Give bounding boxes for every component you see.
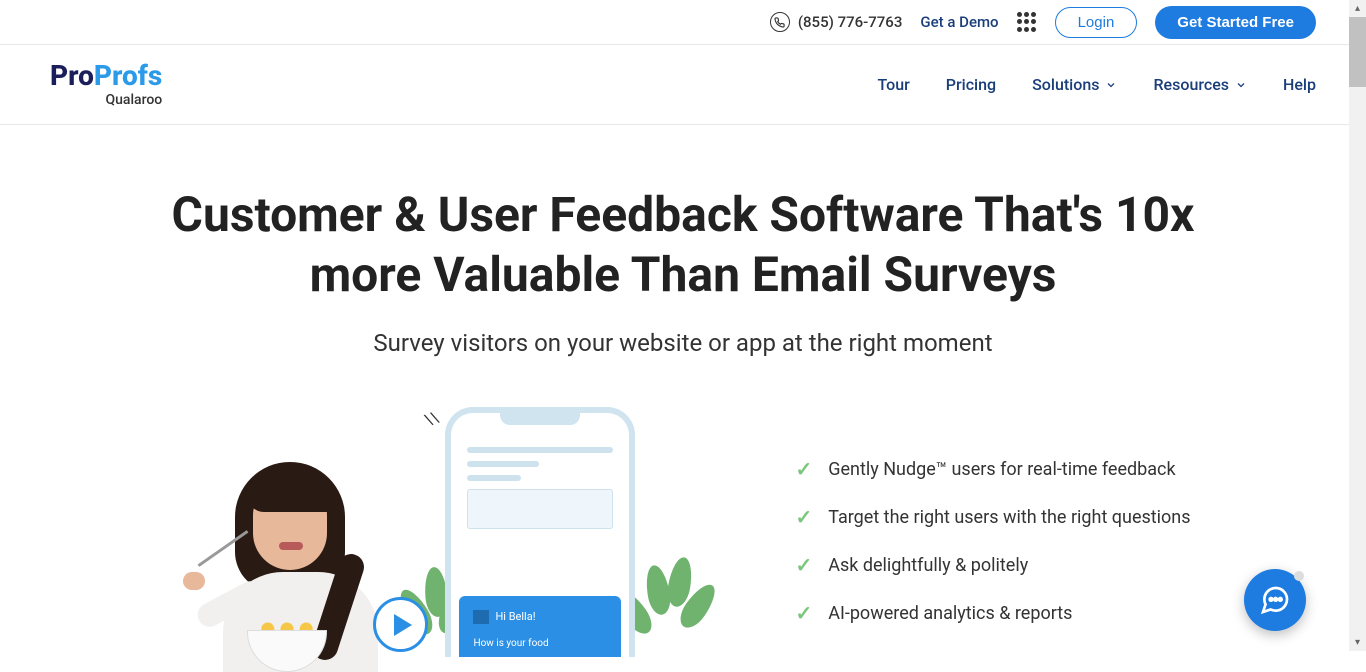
login-button[interactable]: Login [1055, 7, 1138, 38]
feature-text: Target the right users with the right qu… [828, 507, 1190, 528]
feature-item: ✓ AI-powered analytics & reports [795, 601, 1190, 625]
phone-mockup: Hi Bella! How is your food [445, 407, 635, 657]
feature-text: AI-powered analytics & reports [828, 603, 1072, 624]
chevron-down-icon [1105, 79, 1117, 91]
logo-subbrand: Qualaroo [106, 92, 163, 108]
get-started-button[interactable]: Get Started Free [1155, 6, 1316, 39]
phone-icon [770, 12, 790, 32]
utility-bar: (855) 776-7763 Get a Demo Login Get Star… [0, 0, 1366, 45]
play-icon [394, 614, 412, 636]
logo-wordmark: ProProfs [50, 62, 162, 90]
chat-widget-button[interactable] [1244, 569, 1306, 631]
feature-text: Gently Nudge™ users for real-time feedba… [828, 459, 1175, 480]
phone-number[interactable]: (855) 776-7763 [770, 12, 903, 32]
chevron-down-icon [1235, 79, 1247, 91]
nav-resources[interactable]: Resources [1153, 75, 1247, 94]
logo-part2: Profs [94, 59, 162, 92]
check-icon: ✓ [795, 553, 812, 577]
chat-notification-dot [1294, 571, 1304, 581]
logo-part1: Pro [50, 59, 94, 92]
popup-question: How is your food [473, 638, 607, 649]
scroll-down-arrow[interactable]: ▾ [1349, 634, 1366, 651]
chat-icon [1259, 584, 1291, 616]
scroll-up-arrow[interactable]: ▴ [1349, 0, 1366, 17]
hero-illustration: \\ Hi Bella! How is your food [175, 407, 675, 667]
nav-tour[interactable]: Tour [877, 75, 909, 94]
feature-text: Ask delightfully & politely [828, 555, 1028, 576]
check-icon: ✓ [795, 457, 812, 481]
scroll-thumb[interactable] [1349, 17, 1366, 87]
get-demo-link[interactable]: Get a Demo [920, 13, 998, 31]
hero-section: Customer & User Feedback Software That's… [0, 125, 1366, 357]
nav-pricing[interactable]: Pricing [946, 75, 996, 94]
popup-greeting: Hi Bella! [495, 610, 535, 623]
scrollbar[interactable]: ▴ ▾ [1349, 0, 1366, 651]
survey-popup: Hi Bella! How is your food [459, 596, 621, 657]
feature-item: ✓ Gently Nudge™ users for real-time feed… [795, 457, 1190, 481]
feature-item: ✓ Ask delightfully & politely [795, 553, 1190, 577]
nav-help[interactable]: Help [1283, 75, 1316, 94]
logo[interactable]: ProProfs Qualaroo [50, 62, 162, 108]
spark-lines-icon: \\ [423, 407, 442, 429]
nav-items: Tour Pricing Solutions Resources Help [877, 75, 1316, 94]
content-row: \\ Hi Bella! How is your food [0, 407, 1366, 667]
plant-right-icon [623, 557, 713, 657]
check-icon: ✓ [795, 505, 812, 529]
main-nav: ProProfs Qualaroo Tour Pricing Solutions… [0, 45, 1366, 125]
nav-solutions-label: Solutions [1032, 75, 1099, 94]
hero-title: Customer & User Feedback Software That's… [133, 185, 1233, 305]
nav-resources-label: Resources [1153, 75, 1229, 94]
feature-item: ✓ Target the right users with the right … [795, 505, 1190, 529]
nav-solutions[interactable]: Solutions [1032, 75, 1117, 94]
check-icon: ✓ [795, 601, 812, 625]
hero-subtitle: Survey visitors on your website or app a… [0, 329, 1366, 357]
apps-grid-icon[interactable] [1017, 12, 1037, 32]
features-list: ✓ Gently Nudge™ users for real-time feed… [795, 457, 1190, 649]
phone-text: (855) 776-7763 [798, 13, 903, 31]
